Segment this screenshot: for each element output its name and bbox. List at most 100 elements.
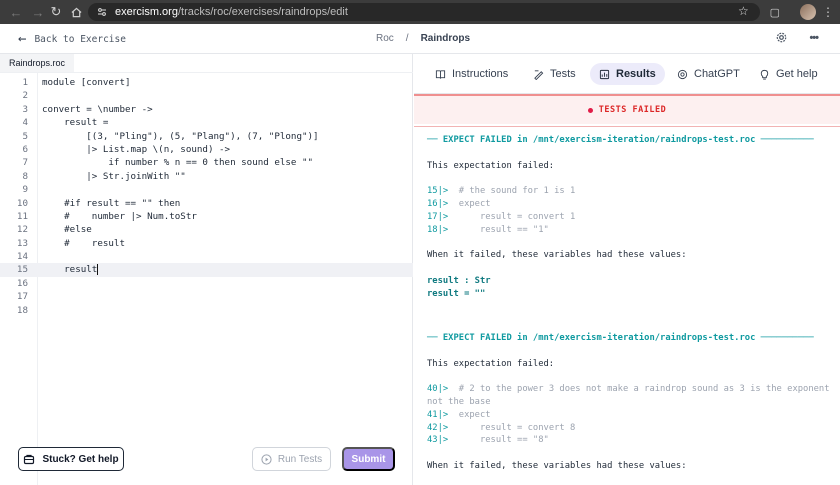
tab-get-help[interactable]: Get help: [750, 63, 827, 85]
variables-intro: When it failed, these variables had thes…: [427, 460, 687, 471]
more-options-icon[interactable]: •••: [809, 32, 819, 46]
failed-code-line: 15|> # the sound for 1 is 1: [427, 185, 837, 198]
code-text[interactable]: module [convert]: [42, 76, 131, 89]
settings-gear-icon[interactable]: [776, 32, 787, 46]
address-bar[interactable]: exercism.org/tracks/roc/exercises/raindr…: [88, 3, 760, 21]
code-text[interactable]: #else: [42, 223, 92, 236]
code-text[interactable]: #if result == "" then: [42, 197, 180, 210]
failed-code-line: 43|> result == "8": [427, 434, 837, 447]
play-icon: [261, 453, 272, 465]
help-bag-icon: [24, 454, 35, 465]
variable-type: result : Str: [427, 275, 491, 286]
code-line-text: # the sound for 1 is 1: [448, 186, 576, 197]
code-line[interactable]: 12 #else: [0, 223, 413, 236]
line-number: 18: [16, 304, 28, 316]
line-number: 9: [22, 184, 28, 196]
line-number: 11: [16, 210, 28, 222]
code-line[interactable]: 11 # number |> Num.toStr: [0, 210, 413, 223]
line-number: 2: [22, 90, 28, 102]
code-line[interactable]: 4 result =: [0, 116, 413, 129]
line-number: 8: [22, 170, 28, 182]
results-pane: Instructions Tests Results ChatGPT Get h…: [414, 54, 840, 485]
code-text[interactable]: result =: [42, 116, 108, 129]
code-line[interactable]: 14: [0, 250, 413, 263]
code-text[interactable]: convert = \number ->: [42, 103, 153, 116]
code-line-number: 15|>: [427, 186, 449, 197]
back-arrow-icon: ←: [18, 31, 27, 47]
code-text[interactable]: [(3, "Pling"), (5, "Plang"), (7, "Plong"…: [42, 130, 318, 143]
file-tab[interactable]: Raindrops.roc: [0, 54, 75, 73]
failed-code-line: 41|> expect: [427, 409, 837, 422]
book-icon: [435, 69, 446, 79]
tests-failed-banner: TESTS FAILED: [414, 94, 840, 124]
bookmark-star-icon[interactable]: ☆: [738, 4, 749, 18]
reload-icon[interactable]: ↻: [46, 2, 66, 22]
code-line[interactable]: 16: [0, 277, 413, 290]
line-number: 17: [16, 291, 28, 303]
forward-arrow-icon[interactable]: →: [28, 2, 48, 22]
code-editor[interactable]: 1 module [convert] 2 3 convert = \number -> 4…: [0, 76, 413, 317]
tab-chatgpt[interactable]: ChatGPT: [668, 63, 749, 85]
submit-button[interactable]: Submit: [342, 447, 395, 471]
site-info-icon[interactable]: [96, 6, 108, 18]
run-tests-label: Run Tests: [277, 453, 323, 465]
breadcrumb-track[interactable]: Roc: [376, 33, 394, 44]
code-line[interactable]: 3 convert = \number ->: [0, 103, 413, 116]
code-text[interactable]: |> Str.joinWith "": [42, 170, 186, 183]
code-line[interactable]: 18: [0, 304, 413, 317]
extensions-icon[interactable]: ▢: [770, 6, 780, 19]
code-line[interactable]: 5 [(3, "Pling"), (5, "Plang"), (7, "Plon…: [0, 130, 413, 143]
tab-results[interactable]: Results: [590, 63, 665, 85]
line-number: 12: [16, 224, 28, 236]
code-text[interactable]: |> List.map \(n, sound) ->: [42, 143, 230, 156]
code-line-number: 16|>: [427, 198, 449, 209]
stuck-button-label: Stuck? Get help: [42, 453, 119, 465]
code-line-text: result = convert 1: [448, 211, 576, 222]
code-text[interactable]: result: [42, 263, 99, 276]
tab-instructions[interactable]: Instructions: [426, 63, 517, 85]
panel-tabs: Instructions Tests Results ChatGPT Get h…: [414, 54, 840, 94]
code-line-text: expect: [448, 409, 491, 420]
breadcrumb-exercise: Raindrops: [420, 33, 471, 44]
code-line-number: 42|>: [427, 422, 449, 433]
line-number: 13: [16, 237, 28, 249]
code-line-text: result == "1": [448, 224, 549, 235]
profile-avatar[interactable]: [800, 4, 816, 20]
back-arrow-icon[interactable]: ←: [6, 2, 26, 22]
back-to-exercise-link[interactable]: ← Back to Exercise: [18, 32, 126, 46]
code-line[interactable]: 6 |> List.map \(n, sound) ->: [0, 143, 413, 156]
line-number: 10: [16, 197, 28, 209]
tab-bar-divider: [0, 72, 413, 73]
tab-tests[interactable]: Tests: [524, 63, 585, 85]
line-number: 14: [16, 251, 28, 263]
failure-dot-icon: [587, 107, 593, 113]
code-line[interactable]: 1 module [convert]: [0, 76, 413, 89]
code-text[interactable]: if number % n == 0 then sound else "": [42, 156, 313, 169]
run-tests-button[interactable]: Run Tests: [252, 447, 331, 471]
code-line[interactable]: 10 #if result == "" then: [0, 197, 413, 210]
code-line[interactable]: 8 |> Str.joinWith "": [0, 170, 413, 183]
code-line[interactable]: 17: [0, 290, 413, 303]
tab-tests-label: Tests: [550, 68, 576, 80]
code-line-number: 18|>: [427, 224, 449, 235]
variables-intro: When it failed, these variables had thes…: [427, 250, 687, 261]
code-text[interactable]: # result: [42, 237, 125, 250]
line-number: 7: [22, 157, 28, 169]
code-text[interactable]: # number |> Num.toStr: [42, 210, 197, 223]
stuck-get-help-button[interactable]: Stuck? Get help: [18, 447, 124, 471]
lightbulb-icon: [760, 69, 769, 80]
code-line[interactable]: 7 if number % n == 0 then sound else "": [0, 156, 413, 169]
code-line[interactable]: 9: [0, 183, 413, 196]
code-line[interactable]: 13 # result: [0, 237, 413, 250]
browser-menu-icon[interactable]: ⋮: [822, 5, 834, 19]
code-line[interactable]: 15 result: [0, 263, 413, 277]
back-label: Back to Exercise: [34, 33, 126, 45]
code-line[interactable]: 2: [0, 89, 413, 102]
failed-code-line: 17|> result = convert 1: [427, 211, 837, 224]
home-icon[interactable]: [66, 2, 86, 22]
